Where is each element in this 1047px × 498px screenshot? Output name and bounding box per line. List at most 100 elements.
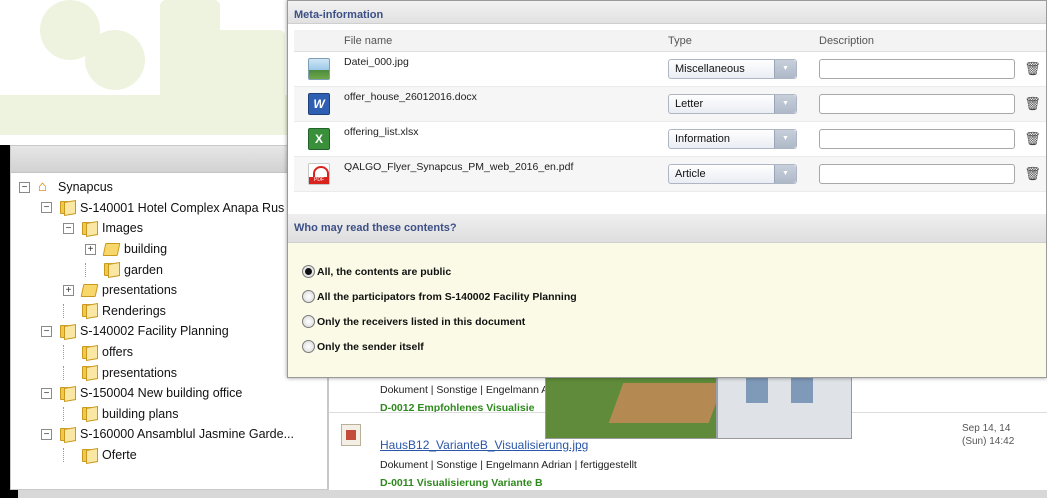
type-select-value: Information [675,133,731,145]
image-doc-icon [341,424,361,446]
tree-node[interactable]: Renderings [11,301,327,322]
chevron-down-icon[interactable]: ▼ [774,60,796,78]
permission-option-label: Only the sender itself [317,340,424,353]
folder-icon [82,304,97,318]
chevron-down-icon[interactable]: ▼ [774,95,796,113]
tree-node[interactable]: − S-160000 Ansamblul Jasmine Garde... [11,424,327,445]
meta-information-title: Meta-information [288,1,1046,24]
column-description: Description [819,34,875,47]
tree-node[interactable]: garden [11,259,327,280]
collapse-icon[interactable]: − [63,222,74,234]
trash-icon[interactable]: 🗑 [1024,166,1041,182]
expand-icon[interactable]: + [63,284,74,296]
folder-icon [82,366,97,380]
permission-option[interactable]: All the participators from S-140002 Faci… [288,284,1046,309]
tree-node-label: building plans [102,406,179,421]
collapse-icon[interactable]: − [19,181,30,193]
tree-node[interactable]: − ⌂ Synapcus [11,177,327,198]
radio-button[interactable] [302,340,315,353]
tree-node[interactable]: offers [11,342,327,363]
tree-node[interactable]: − S-150004 New building office [11,383,327,404]
folder-open-icon [102,242,121,256]
read-permission-title: Who may read these contents? [288,214,1046,243]
tree-node[interactable]: building plans [11,404,327,425]
excel-file-icon: X [308,128,330,150]
tree-node-label: S-150004 New building office [80,386,243,401]
permission-option[interactable]: Only the receivers listed in this docume… [288,309,1046,334]
tree-node[interactable]: + presentations [11,280,327,301]
permission-option[interactable]: All, the contents are public [288,259,1046,284]
file-table-header: File name Type Description [294,30,1046,52]
doc-title-link[interactable]: HausB12_VarianteB_Visualisierung.jpg [380,438,588,452]
home-icon: ⌂ [38,178,48,196]
tree-node[interactable]: − S-140002 Facility Planning [11,321,327,342]
doc-date: Sep 14, 14 (Sun) 14:42 [962,423,1015,447]
file-name: QALGO_Flyer_Synapcus_PM_web_2016_en.pdf [344,161,574,173]
tree-node[interactable]: − Images [11,218,327,239]
description-input[interactable] [819,59,1015,79]
folder-icon [82,221,97,235]
folder-icon [82,407,97,421]
folder-tree-panel: − ⌂ Synapcus − S-140001 Hotel Complex Anapa … [10,145,328,490]
meta-information-section: Meta-information [288,1,1046,24]
doc-meta: Dokument | Sonstige | Engelmann A [380,384,549,396]
folder-icon [82,345,97,359]
permission-option-label: All the participators from S-140002 Faci… [317,290,577,303]
doc-meta: Dokument | Sonstige | Engelmann Adrian |… [380,459,637,471]
tree-node[interactable]: Oferte [11,445,327,466]
word-file-icon: W [308,93,330,115]
tree-panel-header [11,146,327,173]
radio-button[interactable] [302,315,315,328]
file-row: Datei_000.jpg Miscellaneous ▼ 🗑 [294,52,1046,87]
column-file-name: File name [344,34,393,47]
folder-icon [60,201,75,215]
collapse-icon[interactable]: − [41,202,52,214]
tree-node-label: presentations [102,283,178,298]
radio-button[interactable] [302,290,315,303]
permission-option-label: All, the contents are public [317,265,452,278]
pdf-file-icon [308,163,330,185]
description-input[interactable] [819,129,1015,149]
background-logo [0,0,290,145]
doc-code[interactable]: D-0011 Visualisierung Variante B [380,477,543,489]
collapse-icon[interactable]: − [41,387,52,399]
chevron-down-icon[interactable]: ▼ [774,165,796,183]
type-select[interactable]: Article ▼ [668,164,797,184]
tree-node-label: building [124,242,168,257]
folder-icon [82,448,97,462]
type-select[interactable]: Letter ▼ [668,94,797,114]
type-select[interactable]: Miscellaneous ▼ [668,59,797,79]
app-screen: − ⌂ Synapcus − S-140001 Hotel Complex Anapa … [0,0,1047,498]
description-input[interactable] [819,164,1015,184]
folder-open-icon [80,283,99,297]
description-input[interactable] [819,94,1015,114]
tree-node-label: S-140002 Facility Planning [80,324,229,339]
tree-node-label: S-140001 Hotel Complex Anapa Rus [80,200,285,215]
read-permission-section: Who may read these contents? All, the co… [288,214,1046,377]
collapse-icon[interactable]: − [41,428,52,440]
permission-option[interactable]: Only the sender itself [288,334,1046,359]
type-select[interactable]: Information ▼ [668,129,797,149]
tree-node[interactable]: + building [11,239,327,260]
tree-node-label: Oferte [102,448,137,463]
tree-node[interactable]: presentations [11,362,327,383]
collapse-icon[interactable]: − [41,325,52,337]
file-name: offering_list.xlsx [344,126,419,138]
file-row: QALGO_Flyer_Synapcus_PM_web_2016_en.pdf A… [294,157,1046,192]
chevron-down-icon[interactable]: ▼ [774,130,796,148]
trash-icon[interactable]: 🗑 [1024,131,1041,147]
radio-button[interactable] [302,265,315,278]
folder-icon [60,386,75,400]
type-select-value: Letter [675,98,704,110]
trash-icon[interactable]: 🗑 [1024,96,1041,112]
tree-node-label: S-160000 Ansamblul Jasmine Garde... [80,427,295,442]
file-row: Xoffering_list.xlsx Information ▼ 🗑 [294,122,1046,157]
tree-node-label: presentations [102,365,178,380]
tree-node[interactable]: − S-140001 Hotel Complex Anapa Rus [11,198,327,219]
permission-option-label: Only the receivers listed in this docume… [317,315,526,328]
expand-icon[interactable]: + [85,243,96,255]
tree-node-label: garden [124,262,163,277]
trash-icon[interactable]: 🗑 [1024,61,1041,77]
column-type: Type [668,34,692,47]
image-file-icon [308,58,330,80]
